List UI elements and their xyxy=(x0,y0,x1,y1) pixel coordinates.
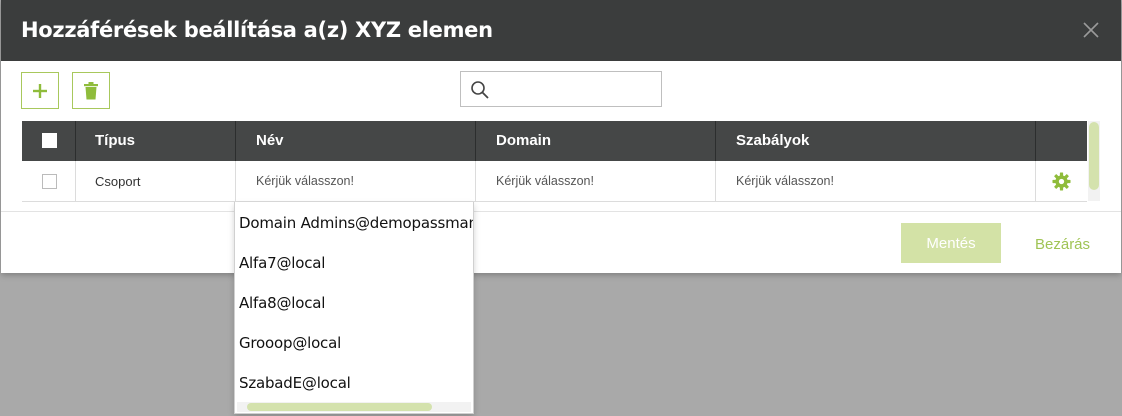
row-rules-select[interactable]: Kérjük válasszon! xyxy=(716,161,1036,202)
column-header-name[interactable]: Név xyxy=(236,121,476,161)
dropdown-option[interactable]: Grooop@local xyxy=(239,323,341,363)
footer-divider xyxy=(1,211,1121,212)
gear-icon[interactable] xyxy=(1052,172,1071,191)
column-header-domain[interactable]: Domain xyxy=(476,121,716,161)
search-input[interactable] xyxy=(495,76,655,102)
close-icon[interactable] xyxy=(1079,18,1103,42)
dropdown-option[interactable]: SzabadE@local xyxy=(239,363,351,403)
dropdown-option[interactable]: Domain Admins@demopassmanad xyxy=(239,203,473,243)
dialog-title: Hozzáférések beállítása a(z) XYZ elemen xyxy=(21,18,493,42)
dialog-header: Hozzáférések beállítása a(z) XYZ elemen xyxy=(1,0,1121,61)
column-header-type[interactable]: Típus xyxy=(76,121,236,161)
add-button[interactable] xyxy=(21,72,59,109)
row-actions-cell xyxy=(1036,161,1087,202)
table-row: Csoport Kérjük válasszon! Kérjük válassz… xyxy=(22,161,1087,202)
table-scrollbar-thumb[interactable] xyxy=(1089,122,1099,190)
search-icon xyxy=(471,81,489,99)
row-checkbox[interactable] xyxy=(42,174,57,189)
save-button[interactable]: Mentés xyxy=(901,223,1001,263)
table-header: Típus Név Domain Szabályok xyxy=(22,121,1087,161)
column-header-actions xyxy=(1036,121,1087,161)
row-name-select[interactable]: Kérjük válasszon! xyxy=(236,161,476,202)
trash-icon xyxy=(84,81,98,99)
close-button[interactable]: Bezárás xyxy=(1035,236,1090,253)
permissions-dialog: Hozzáférések beállítása a(z) XYZ elemen xyxy=(1,0,1121,273)
dropdown-option[interactable]: Alfa7@local xyxy=(239,243,325,283)
dropdown-option[interactable]: Alfa8@local xyxy=(239,283,325,323)
dropdown-scrollbar-thumb[interactable] xyxy=(247,403,432,411)
row-type: Csoport xyxy=(76,161,236,202)
row-domain-select[interactable]: Kérjük válasszon! xyxy=(476,161,716,202)
column-header-rules[interactable]: Szabályok xyxy=(716,121,1036,161)
plus-icon xyxy=(33,83,47,98)
row-select-cell xyxy=(22,161,76,202)
select-all-column xyxy=(22,121,76,161)
select-all-checkbox[interactable] xyxy=(42,133,57,148)
name-dropdown-list: Domain Admins@demopassmanad Alfa7@local … xyxy=(234,202,474,414)
search-box xyxy=(460,71,662,107)
delete-button[interactable] xyxy=(72,72,110,109)
